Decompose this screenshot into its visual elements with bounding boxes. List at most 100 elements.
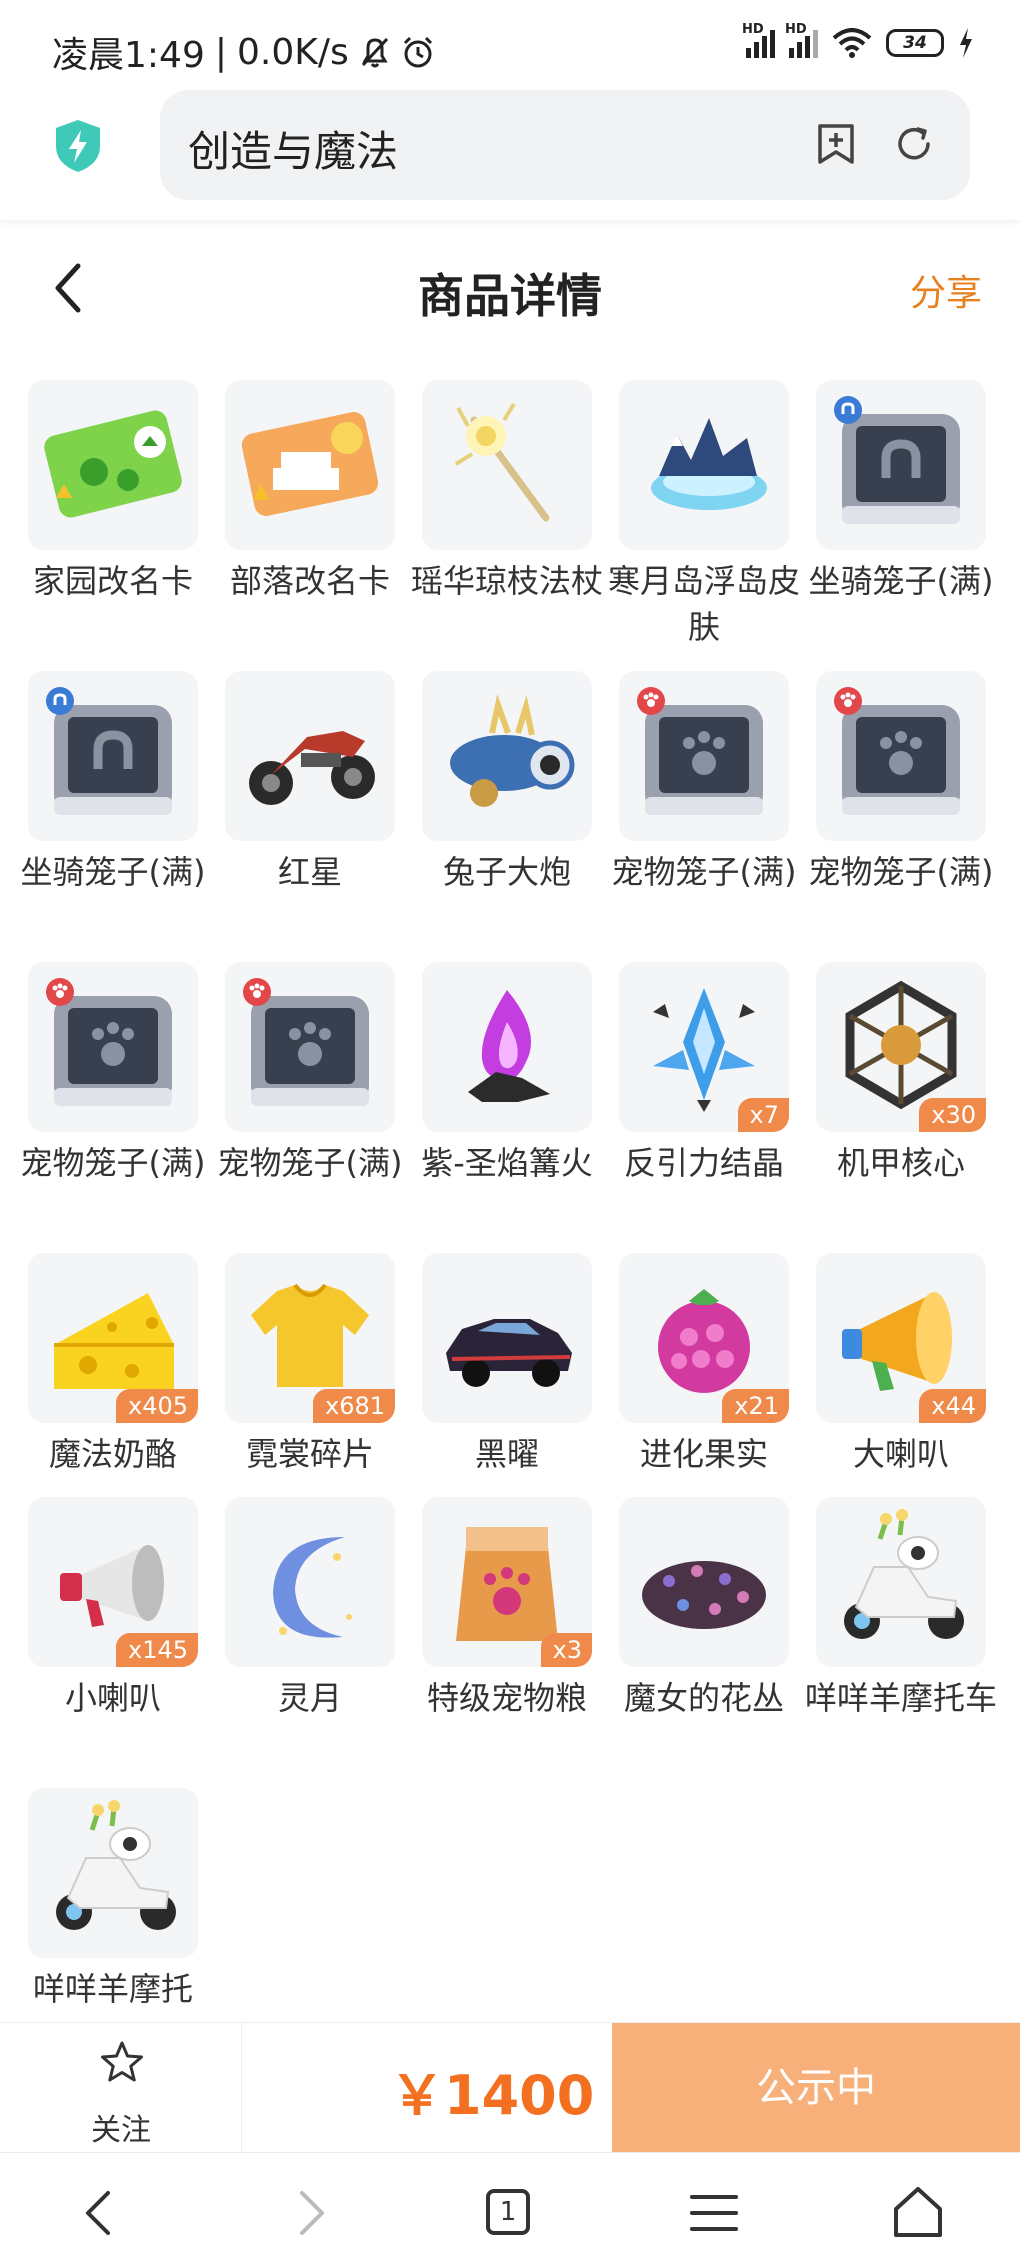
item-quantity-badge: x21 bbox=[722, 1389, 789, 1423]
item-thumbnail[interactable] bbox=[225, 962, 395, 1132]
item-thumbnail[interactable] bbox=[28, 380, 198, 550]
item-card[interactable]: 咩咩羊摩托车 bbox=[805, 1497, 997, 1721]
item-thumbnail[interactable] bbox=[619, 671, 789, 841]
nav-back-icon[interactable] bbox=[70, 2183, 130, 2243]
item-name: 部落改名卡 bbox=[229, 562, 390, 600]
item-thumbnail[interactable] bbox=[816, 380, 986, 550]
item-thumbnail[interactable] bbox=[225, 671, 395, 841]
item-thumbnail[interactable]: x681 bbox=[225, 1253, 395, 1423]
item-card[interactable]: 宠物笼子(满) bbox=[612, 671, 796, 895]
item-thumbnail[interactable] bbox=[422, 671, 592, 841]
add-bookmark-icon[interactable] bbox=[812, 120, 860, 168]
item-thumbnail[interactable] bbox=[28, 962, 198, 1132]
item-name: 咩咩羊摩托车 bbox=[804, 1679, 997, 1717]
nav-forward-icon[interactable] bbox=[280, 2183, 340, 2243]
item-card[interactable]: 家园改名卡 bbox=[28, 380, 198, 604]
status-button[interactable]: 公示中 bbox=[612, 2023, 1020, 2153]
pet-cage-icon bbox=[637, 687, 763, 815]
item-card[interactable]: 咩咩羊摩托 bbox=[28, 1788, 198, 2012]
item-name: 魔女的花丛 bbox=[623, 1679, 784, 1717]
tabs-button[interactable]: 1 bbox=[478, 2183, 538, 2243]
item-card[interactable]: 部落改名卡 bbox=[225, 380, 395, 604]
alarm-icon bbox=[403, 36, 432, 68]
item-quantity-badge: x145 bbox=[115, 1633, 198, 1667]
status-right: HD HD 34 bbox=[742, 22, 974, 58]
flower-bush-icon bbox=[642, 1561, 766, 1629]
item-card[interactable]: x405 魔法奶酪 bbox=[28, 1253, 198, 1477]
item-card[interactable]: 紫-圣焰篝火 bbox=[421, 962, 593, 1186]
item-thumbnail[interactable] bbox=[816, 1497, 986, 1667]
item-card[interactable]: x7 反引力结晶 bbox=[619, 962, 789, 1186]
item-card[interactable]: x30 机甲核心 bbox=[816, 962, 986, 1186]
item-thumbnail[interactable]: x145 bbox=[28, 1497, 198, 1667]
item-card[interactable]: 坐骑笼子(满) bbox=[21, 671, 205, 895]
item-name: 宠物笼子(满) bbox=[808, 853, 994, 891]
item-card[interactable]: 宠物笼子(满) bbox=[218, 962, 402, 1186]
item-thumbnail[interactable] bbox=[816, 671, 986, 841]
item-thumbnail[interactable]: x7 bbox=[619, 962, 789, 1132]
item-thumbnail[interactable] bbox=[619, 1497, 789, 1667]
item-thumbnail[interactable] bbox=[619, 380, 789, 550]
car-icon bbox=[446, 1319, 572, 1387]
item-card[interactable]: x145 小喇叭 bbox=[28, 1497, 198, 1721]
item-thumbnail[interactable] bbox=[422, 1253, 592, 1423]
wifi-icon bbox=[832, 28, 872, 58]
crescent-moon-icon bbox=[273, 1537, 352, 1638]
item-thumbnail[interactable] bbox=[28, 1788, 198, 1958]
item-card[interactable]: x44 大喇叭 bbox=[816, 1253, 986, 1477]
item-card[interactable]: 魔女的花丛 bbox=[619, 1497, 789, 1721]
star-icon[interactable] bbox=[98, 2039, 146, 2087]
item-name: 兔子大炮 bbox=[442, 853, 571, 891]
browser-nav-bar: 1 bbox=[0, 2152, 1020, 2267]
item-card[interactable]: 宠物笼子(满) bbox=[21, 962, 205, 1186]
pet-cage-icon bbox=[46, 978, 172, 1106]
item-thumbnail[interactable] bbox=[422, 380, 592, 550]
item-thumbnail[interactable]: x44 bbox=[816, 1253, 986, 1423]
item-card[interactable]: x3 特级宠物粮 bbox=[422, 1497, 592, 1721]
follow-label: 关注 bbox=[91, 2113, 151, 2148]
floating-island-icon bbox=[651, 418, 767, 510]
page-header: 商品详情 分享 bbox=[0, 230, 1020, 350]
item-thumbnail[interactable] bbox=[225, 380, 395, 550]
item-name: 宠物笼子(满) bbox=[611, 853, 797, 891]
item-quantity-badge: x44 bbox=[919, 1389, 986, 1423]
item-thumbnail[interactable]: x3 bbox=[422, 1497, 592, 1667]
item-quantity-badge: x405 bbox=[115, 1389, 198, 1423]
green-clover-card-icon bbox=[44, 410, 182, 518]
battery-icon: 34 bbox=[886, 29, 944, 57]
item-card[interactable]: 寒月岛浮岛皮肤 bbox=[608, 380, 800, 650]
sheep-scooter-icon bbox=[56, 1800, 176, 1930]
purple-bonfire-icon bbox=[468, 990, 550, 1102]
item-card[interactable]: x681 霓裳碎片 bbox=[225, 1253, 395, 1477]
item-thumbnail[interactable] bbox=[225, 1497, 395, 1667]
item-card[interactable]: 灵月 bbox=[225, 1497, 395, 1721]
pet-cage-icon bbox=[834, 687, 960, 815]
item-card[interactable]: 黑曜 bbox=[422, 1253, 592, 1477]
item-thumbnail[interactable]: x405 bbox=[28, 1253, 198, 1423]
item-card[interactable]: x21 进化果实 bbox=[619, 1253, 789, 1477]
item-thumbnail[interactable]: x21 bbox=[619, 1253, 789, 1423]
follow-button[interactable]: 关注 bbox=[0, 2023, 242, 2153]
item-thumbnail[interactable] bbox=[28, 671, 198, 841]
purchase-bar: 关注 ￥1400 公示中 bbox=[0, 2022, 1020, 2153]
url-bar[interactable]: 创造与魔法 bbox=[160, 90, 970, 200]
page-title: 商品详情 bbox=[418, 269, 602, 323]
item-thumbnail[interactable]: x30 bbox=[816, 962, 986, 1132]
shield-icon[interactable] bbox=[52, 118, 104, 174]
item-card[interactable]: 宠物笼子(满) bbox=[809, 671, 993, 895]
home-icon[interactable] bbox=[888, 2183, 948, 2243]
bell-off-icon bbox=[361, 37, 388, 68]
orange-tribe-card-icon bbox=[241, 412, 379, 516]
menu-icon[interactable] bbox=[684, 2183, 744, 2243]
item-name: 坐骑笼子(满) bbox=[808, 562, 994, 600]
item-card[interactable]: 坐骑笼子(满) bbox=[809, 380, 993, 604]
url-text[interactable]: 创造与魔法 bbox=[188, 118, 398, 179]
item-card[interactable]: 兔子大炮 bbox=[422, 671, 592, 895]
signal-2-icon: HD bbox=[785, 22, 818, 58]
item-card[interactable]: 瑶华琼枝法杖 bbox=[411, 380, 603, 604]
share-button[interactable]: 分享 bbox=[910, 264, 982, 316]
mount-cage-icon bbox=[46, 687, 172, 815]
item-thumbnail[interactable] bbox=[422, 962, 592, 1132]
refresh-icon[interactable] bbox=[890, 120, 938, 168]
item-card[interactable]: 红星 bbox=[225, 671, 395, 895]
